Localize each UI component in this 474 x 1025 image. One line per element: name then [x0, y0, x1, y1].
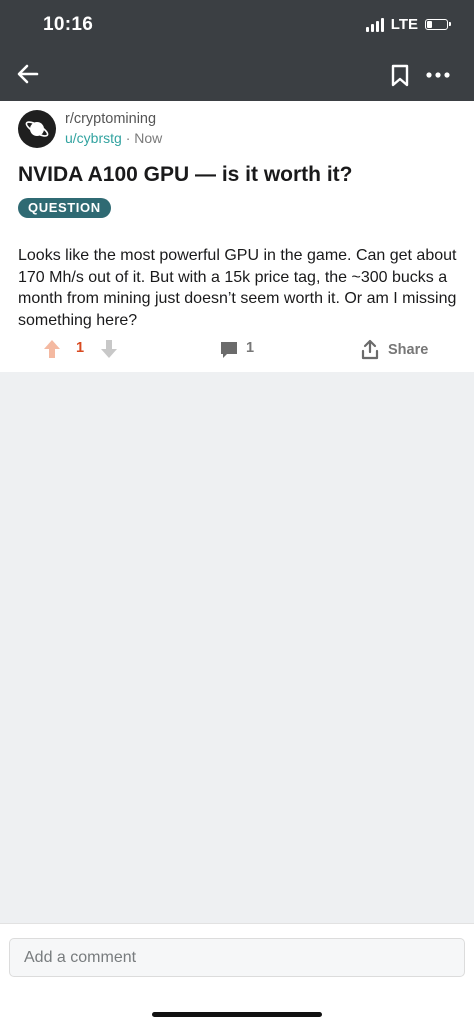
post-card: r/cryptomining u/cybrstg · Now NVIDA A10… — [0, 101, 474, 372]
home-indicator[interactable] — [152, 1012, 322, 1017]
arrow-left-icon — [17, 64, 39, 84]
comment-input[interactable] — [9, 938, 465, 977]
signal-icon — [365, 17, 384, 32]
subreddit-avatar[interactable] — [18, 110, 56, 148]
upvote-button[interactable] — [43, 339, 61, 359]
back-button[interactable] — [16, 62, 40, 86]
share-icon — [361, 339, 379, 360]
author-link[interactable]: u/cybrstg — [65, 130, 122, 146]
post-actions: 1 1 Share — [0, 337, 474, 363]
vote-score: 1 — [76, 340, 85, 356]
meta-separator: · — [125, 130, 131, 146]
top-bar: 10:16 LTE — [0, 0, 474, 101]
bookmark-button[interactable] — [389, 64, 411, 88]
post-timestamp: Now — [134, 130, 163, 146]
comment-icon — [221, 342, 237, 358]
arrow-up-icon — [44, 340, 60, 358]
downvote-button[interactable] — [100, 339, 118, 359]
comment-count: 1 — [246, 340, 255, 356]
post-meta: u/cybrstg · Now — [65, 130, 162, 146]
share-button[interactable]: Share — [360, 338, 428, 362]
more-horizontal-icon — [426, 72, 450, 78]
arrow-down-icon — [101, 340, 117, 358]
comment-bar — [0, 923, 474, 1025]
status-time: 10:16 — [43, 14, 94, 35]
network-type: LTE — [390, 16, 418, 33]
subreddit-name[interactable]: r/cryptomining — [65, 111, 156, 127]
bookmark-icon — [391, 64, 409, 87]
comments-button[interactable] — [219, 340, 239, 360]
planet-icon — [25, 121, 49, 137]
more-options-button[interactable] — [425, 64, 451, 86]
post-title: NVIDA A100 GPU — is it worth it? — [18, 163, 353, 186]
post-flair: QUESTION — [18, 198, 111, 218]
share-label: Share — [388, 342, 429, 358]
post-body: Looks like the most powerful GPU in the … — [18, 247, 457, 329]
status-indicators: LTE — [365, 16, 451, 33]
battery-icon — [425, 19, 451, 30]
